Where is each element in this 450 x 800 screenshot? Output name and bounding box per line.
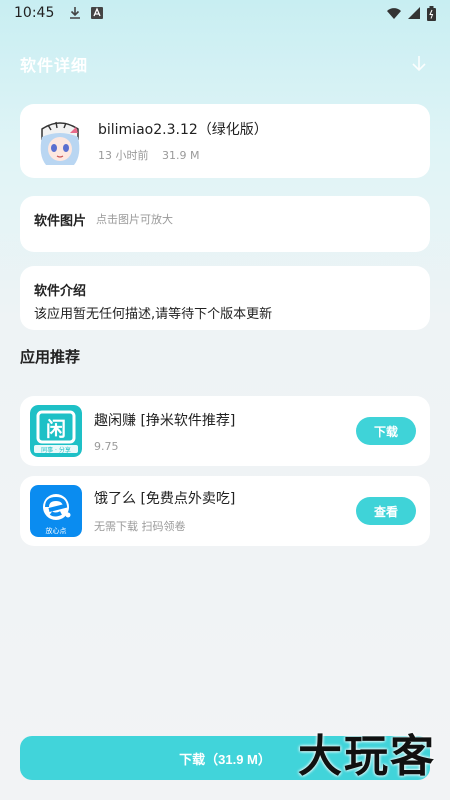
app-info-card: bilimiao2.3.12（绿化版） 13 小时前 31.9 M — [20, 104, 430, 178]
watermark: 大玩客 — [298, 731, 436, 782]
app-size: 31.9 M — [162, 149, 200, 162]
recommend-item-name: 趣闲赚 [挣米软件推荐] — [94, 412, 236, 429]
intro-text: 该应用暂无任何描述,请等待下个版本更新 — [34, 307, 273, 322]
screenshots-card[interactable]: 软件图片 点击图片可放大 — [20, 196, 430, 252]
header: 软件详细 — [0, 44, 450, 84]
signal-icon — [408, 7, 420, 19]
eleme-icon-caption: 放心点 — [46, 526, 67, 535]
app-status-icon — [91, 7, 104, 19]
qxz-app-icon: 闲 同事 · 分享 — [30, 405, 82, 457]
status-time: 10:45 — [14, 5, 55, 21]
wifi-icon — [387, 8, 401, 19]
screenshots-hint: 点击图片可放大 — [96, 213, 174, 226]
page-title: 软件详细 — [20, 56, 89, 75]
recommend-title: 应用推荐 — [20, 348, 81, 366]
recommend-item[interactable]: 闲 同事 · 分享 趣闲赚 [挣米软件推荐] 9.75 下载 — [20, 396, 430, 466]
download-status-icon — [70, 7, 81, 19]
download-icon[interactable] — [408, 53, 430, 75]
download-button[interactable]: 下载 — [356, 417, 416, 445]
app-updated: 13 小时前 — [98, 149, 149, 162]
status-bar: 10:45 — [0, 0, 450, 26]
intro-label: 软件介绍 — [34, 284, 87, 299]
app-icon — [34, 115, 86, 167]
recommend-item-sub: 无需下载 扫码领卷 — [94, 520, 186, 533]
recommend-item-sub: 9.75 — [94, 439, 119, 453]
intro-card: 软件介绍 该应用暂无任何描述,请等待下个版本更新 — [20, 266, 430, 330]
screenshots-label: 软件图片 — [34, 214, 87, 229]
qxz-icon-char: 闲 — [46, 417, 66, 441]
app-name: bilimiao2.3.12（绿化版） — [98, 122, 268, 138]
recommend-item[interactable]: 放心点 饿了么 [免费点外卖吃] 无需下载 扫码领卷 查看 — [20, 476, 430, 546]
app-meta: 13 小时前 31.9 M — [98, 147, 268, 163]
recommend-item-name: 饿了么 [免费点外卖吃] — [94, 491, 236, 507]
eleme-app-icon: 放心点 — [30, 485, 82, 537]
battery-icon — [427, 5, 436, 21]
qxz-icon-caption: 同事 · 分享 — [41, 446, 71, 454]
view-button[interactable]: 查看 — [356, 497, 416, 525]
